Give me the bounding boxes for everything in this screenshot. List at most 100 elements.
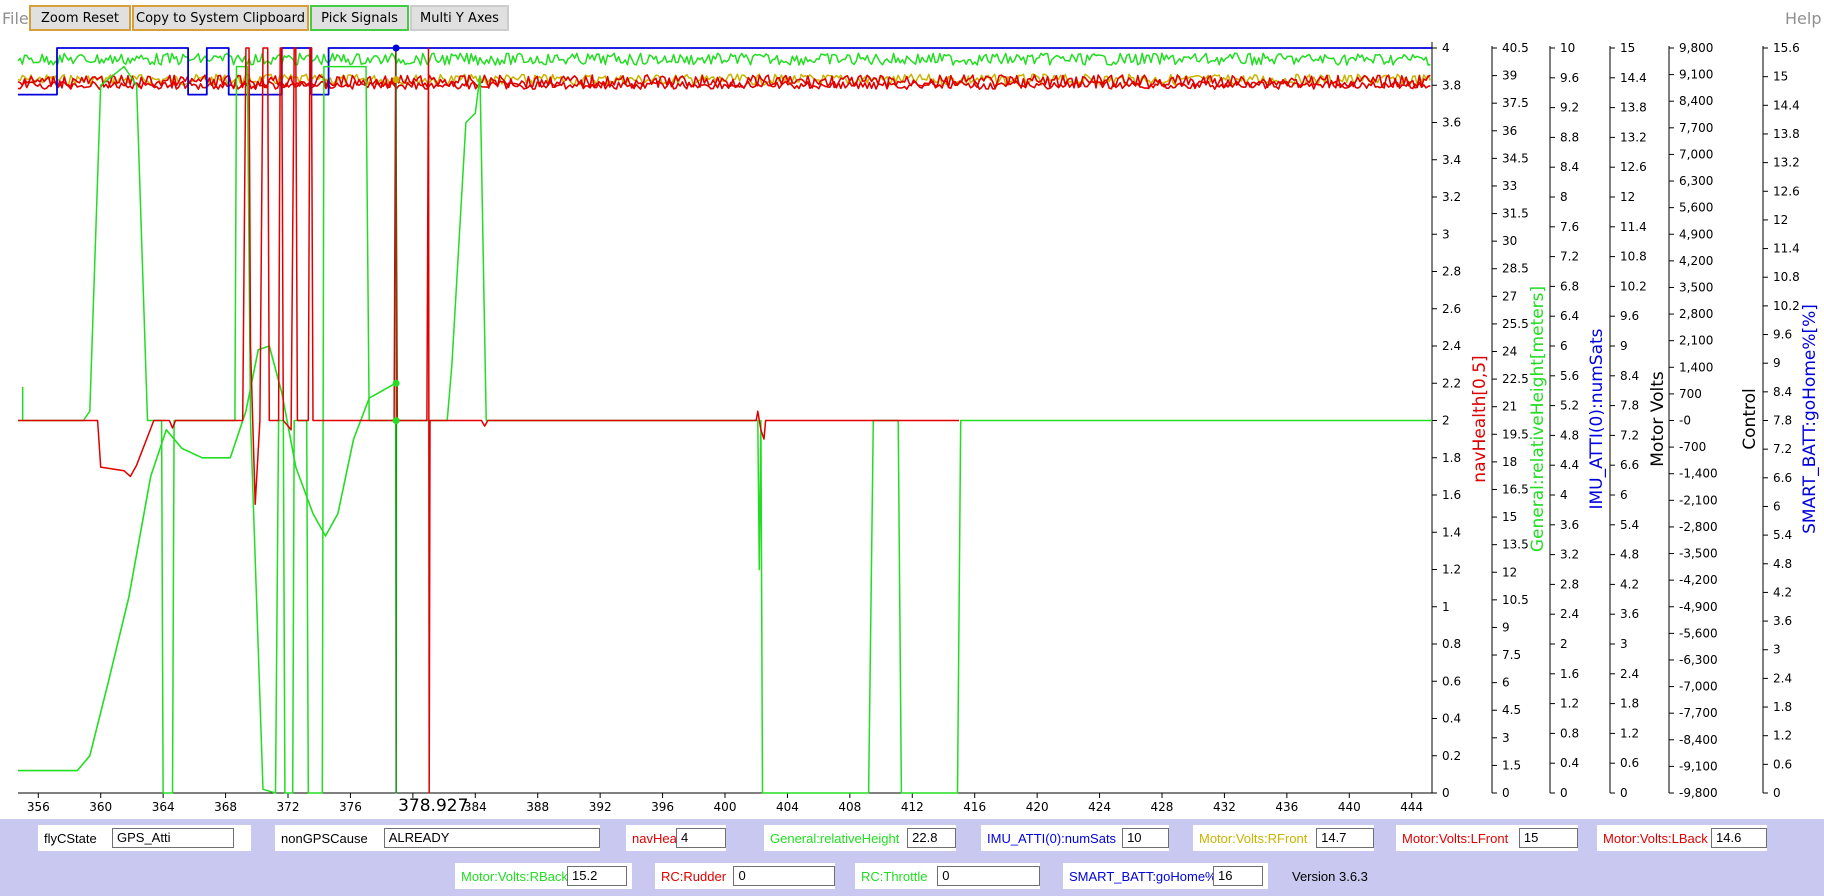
y-tick-label: 22.5 (1502, 372, 1529, 386)
y-tick-label: 3.6 (1620, 607, 1639, 621)
y-tick-label: 15 (1773, 70, 1788, 84)
y-tick-label: 2.4 (1442, 339, 1461, 353)
nav-health-trace (18, 47, 960, 794)
y-tick-label: 3 (1502, 731, 1510, 745)
field-label: IMU_ATTI(0):numSats (987, 830, 1117, 846)
copy-clipboard-button[interactable]: Copy to System Clipboard (132, 5, 309, 31)
pick-signals-button[interactable]: Pick Signals (310, 5, 409, 31)
cursor-marker (392, 44, 400, 52)
y-axis-title: General:relativeHeight[meters] (1528, 286, 1548, 552)
y-tick-label: 7.8 (1620, 399, 1639, 413)
y-tick-label: 9,100 (1679, 68, 1713, 82)
field-label: Motor:Volts:RFront (1199, 830, 1308, 846)
y-tick-label: 2.8 (1560, 577, 1579, 591)
field-value[interactable]: 0 (733, 866, 835, 886)
file-menu[interactable]: File (2, 9, 29, 28)
signal-plot[interactable]: 356 360 364 368 372 376 384 388 392 396 400 404 408 4… (0, 34, 1824, 819)
y-tick-label: 1.8 (1442, 451, 1461, 465)
y-tick-label: 3 (1620, 637, 1628, 651)
y-tick-label: 6.6 (1773, 471, 1792, 485)
y-tick-label: 15.6 (1773, 41, 1800, 55)
y-tick-label: 0 (1502, 786, 1510, 800)
traces-layer (17, 47, 1432, 794)
y-tick-label: 4.5 (1502, 703, 1521, 717)
field-value[interactable]: 14.6 (1711, 828, 1767, 848)
field-value[interactable]: 15.2 (567, 866, 627, 886)
y-tick-label: 2,100 (1679, 334, 1713, 348)
y-tick-label: 10.8 (1620, 250, 1647, 264)
y-tick-label: 40.5 (1502, 41, 1529, 55)
y-tick-label: 4 (1560, 488, 1568, 502)
y-tick-label: 28.5 (1502, 262, 1529, 276)
zoom-reset-button[interactable]: Zoom Reset (29, 5, 131, 31)
y-tick-label: 13.5 (1502, 538, 1529, 552)
field-value[interactable]: 10 (1122, 828, 1169, 848)
x-tick-label: 404 (776, 800, 799, 814)
y-tick-label: 1.5 (1502, 758, 1521, 772)
y-tick-label: 2 (1442, 414, 1450, 428)
y-tick-label: 12.6 (1773, 184, 1800, 198)
y-tick-label: -5,600 (1679, 626, 1718, 640)
y-tick-label: 39 (1502, 69, 1517, 83)
y-tick-label: 9.6 (1773, 328, 1792, 342)
y-tick-label: 1.4 (1442, 525, 1461, 539)
y-tick-label: -8,400 (1679, 733, 1718, 747)
y-tick-label: 8 (1560, 190, 1568, 204)
y-tick-label: 7.5 (1502, 648, 1521, 662)
y-tick-label: 13.8 (1620, 101, 1647, 115)
y-tick-label: 1.6 (1442, 488, 1461, 502)
field-value[interactable]: 4 (676, 828, 726, 848)
y-tick-label: 6.8 (1560, 279, 1579, 293)
field-value[interactable]: ALREADY (383, 828, 600, 848)
y-tick-label: -700 (1679, 440, 1706, 454)
field-motor-volts-lback: Motor:Volts:LBack 14.6 (1597, 825, 1767, 851)
y-tick-label: 25.5 (1502, 317, 1529, 331)
y-tick-label: 14.4 (1620, 71, 1647, 85)
y-tick-label: 4,900 (1679, 227, 1713, 241)
field-value[interactable]: 0 (937, 866, 1040, 886)
y-tick-label: -1,400 (1679, 467, 1718, 481)
y-tick-label: 10.8 (1773, 270, 1800, 284)
y-tick-label: 9 (1773, 356, 1781, 370)
y-tick-label: 3.4 (1442, 153, 1461, 167)
cursor-marker (392, 417, 400, 424)
field-value[interactable]: 22.8 (907, 828, 956, 848)
y-tick-label: 12.6 (1620, 160, 1647, 174)
y-tick-label: 7.2 (1773, 442, 1792, 456)
x-tick-label: 424 (1088, 800, 1111, 814)
y-tick-label: 2,800 (1679, 307, 1713, 321)
y-tick-label: -0 (1679, 414, 1691, 428)
y-tick-label: 3.2 (1560, 548, 1579, 562)
field-label: SMART_BATT:goHome% (1069, 868, 1217, 884)
help-menu[interactable]: Help (1785, 9, 1821, 28)
x-tick-label: 432 (1213, 800, 1236, 814)
x-tick-label: 444 (1400, 800, 1423, 814)
y-tick-label: 10 (1560, 41, 1575, 55)
field-value[interactable]: GPS_Atti (112, 828, 234, 848)
field-value[interactable]: 15 (1518, 828, 1578, 848)
y-tick-label: -7,700 (1679, 706, 1718, 720)
y-tick-label: 5.2 (1560, 399, 1579, 413)
rback-volts-trace (17, 52, 1431, 66)
multi-y-axes-button[interactable]: Multi Y Axes (410, 5, 509, 31)
y-tick-label: 0.8 (1560, 726, 1579, 740)
field-value[interactable]: 16 (1213, 866, 1263, 886)
y-tick-label: 1.2 (1620, 726, 1639, 740)
y-tick-label: -9,800 (1679, 786, 1718, 800)
y-tick-label: 3.6 (1560, 518, 1579, 532)
x-tick-label: 396 (651, 800, 674, 814)
y-tick-label: -9,100 (1679, 759, 1718, 773)
y-axis-title: SMART_BATT:goHome%[%] (1800, 304, 1820, 534)
y-tick-label: 0.4 (1442, 712, 1461, 726)
x-tick-label: 376 (339, 800, 362, 814)
y-tick-label: 21 (1502, 400, 1517, 414)
y-tick-label: 0.4 (1560, 756, 1579, 770)
field-value[interactable]: 14.7 (1316, 828, 1374, 848)
field-label: Motor:Volts:RBack (461, 868, 568, 884)
x-tick-label: 412 (901, 800, 924, 814)
x-tick-label: 440 (1338, 800, 1361, 814)
y-tick-label: 6,300 (1679, 174, 1713, 188)
y-tick-label: 3.2 (1442, 190, 1461, 204)
y-tick-label: 5.6 (1560, 369, 1579, 383)
y-tick-label: 36 (1502, 124, 1517, 138)
